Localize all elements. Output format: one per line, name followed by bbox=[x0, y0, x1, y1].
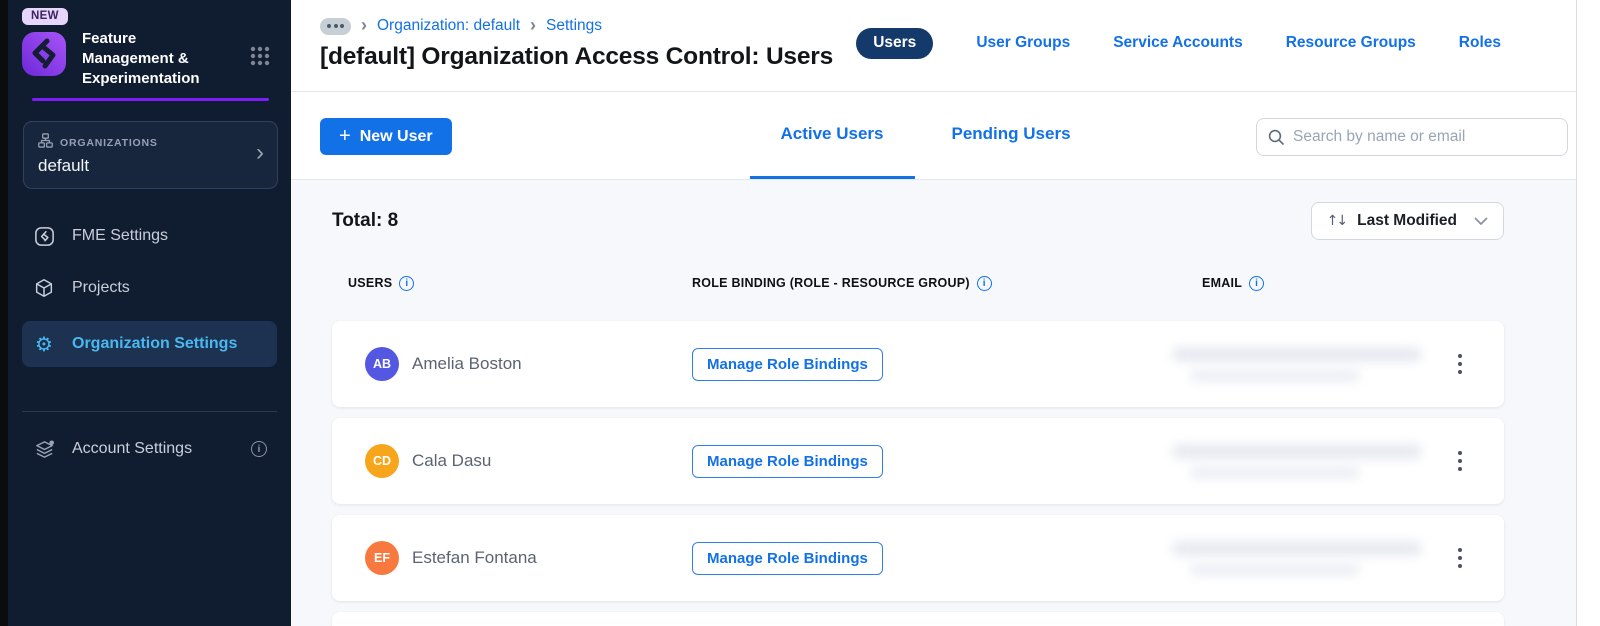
page-header: › Organization: default › Settings [defa… bbox=[291, 0, 1576, 92]
new-user-button[interactable]: + New User bbox=[320, 118, 452, 155]
redacted-email bbox=[1172, 346, 1422, 382]
app-logo-icon bbox=[20, 30, 68, 78]
sort-label: Last Modified bbox=[1357, 212, 1457, 229]
sidebar-item-label: Projects bbox=[72, 279, 130, 296]
main-content: › Organization: default › Settings [defa… bbox=[291, 0, 1577, 626]
redacted-email bbox=[1172, 540, 1422, 576]
organizations-icon bbox=[38, 133, 53, 153]
organization-selector[interactable]: ORGANIZATIONS default › bbox=[23, 121, 278, 189]
manage-role-bindings-button[interactable]: Manage Role Bindings bbox=[692, 444, 883, 478]
layers-icon bbox=[32, 438, 56, 461]
breadcrumb: › Organization: default › Settings bbox=[320, 14, 833, 35]
total-count: Total: 8 bbox=[332, 210, 399, 231]
search-icon bbox=[1267, 128, 1285, 146]
user-rows: AB Amelia Boston Manage Role Bindings CD… bbox=[332, 321, 1504, 601]
table-row: AB Amelia Boston Manage Role Bindings bbox=[332, 321, 1504, 407]
tab-label: Pending Users bbox=[951, 124, 1071, 143]
kebab-menu-icon[interactable] bbox=[1452, 348, 1469, 381]
sidebar-divider bbox=[22, 411, 277, 412]
info-icon[interactable]: i bbox=[251, 441, 267, 457]
organizations-label: ORGANIZATIONS bbox=[60, 137, 158, 149]
sidebar-item-label: Organization Settings bbox=[72, 335, 238, 352]
sidebar-item-projects[interactable]: Projects bbox=[22, 269, 277, 307]
search-box[interactable] bbox=[1256, 118, 1568, 156]
organization-value: default bbox=[38, 156, 90, 175]
table-row: CD Cala Dasu Manage Role Bindings bbox=[332, 418, 1504, 504]
sidebar-item-label: Account Settings bbox=[72, 440, 193, 457]
sidebar-item-account-settings[interactable]: Account Settings i bbox=[22, 430, 277, 468]
tab-users[interactable]: Users bbox=[856, 27, 934, 59]
sort-arrows-icon: ↑↓ bbox=[1326, 213, 1349, 229]
breadcrumb-link-organization[interactable]: Organization: default bbox=[377, 17, 520, 35]
gear-icon: ⚙ bbox=[35, 332, 53, 356]
tab-active-users[interactable]: Active Users bbox=[749, 92, 915, 179]
breadcrumb-link-settings[interactable]: Settings bbox=[546, 17, 602, 35]
table-row: EF Estefan Fontana Manage Role Bindings bbox=[332, 515, 1504, 601]
breadcrumb-separator-icon: › bbox=[530, 14, 537, 35]
column-users: USERS bbox=[348, 276, 393, 290]
sort-dropdown[interactable]: ↑↓ Last Modified bbox=[1310, 202, 1504, 240]
access-control-tabs: Users User Groups Service Accounts Resou… bbox=[856, 27, 1501, 59]
sidebar-header: NEW Feature Management & Experimentation bbox=[8, 0, 291, 101]
toolbar: + New User Active Users Pending Users bbox=[291, 92, 1576, 180]
plus-icon: + bbox=[339, 124, 351, 147]
projects-cube-icon bbox=[32, 277, 56, 299]
avatar-initials: AB bbox=[372, 357, 392, 371]
redacted-email bbox=[1172, 443, 1422, 479]
info-icon[interactable]: i bbox=[399, 275, 415, 291]
user-state-tabs: Active Users Pending Users bbox=[749, 92, 1101, 179]
manage-role-bindings-button[interactable]: Manage Role Bindings bbox=[692, 347, 883, 381]
sidebar-item-fme-settings[interactable]: FME Settings bbox=[22, 217, 277, 255]
page-title: [default] Organization Access Control: U… bbox=[320, 43, 834, 70]
chevron-right-icon: › bbox=[256, 139, 264, 167]
search-input[interactable] bbox=[1293, 128, 1557, 146]
info-icon[interactable]: i bbox=[976, 275, 992, 291]
manage-role-bindings-button[interactable]: Manage Role Bindings bbox=[692, 541, 883, 575]
table-row-partial bbox=[332, 612, 1504, 626]
table-header: USERS i ROLE BINDING (ROLE - RESOURCE GR… bbox=[332, 266, 1504, 300]
app-switcher-grid-icon[interactable] bbox=[249, 45, 271, 72]
sidebar: NEW Feature Management & Experimentation… bbox=[8, 0, 291, 626]
breadcrumb-separator-icon: › bbox=[361, 14, 367, 35]
column-email: EMAIL bbox=[1202, 276, 1243, 290]
avatar: CD bbox=[365, 444, 399, 478]
right-gutter bbox=[1577, 0, 1600, 626]
tab-label: Active Users bbox=[780, 124, 884, 143]
screen-edge-strip bbox=[0, 0, 8, 626]
avatar-initials: EF bbox=[374, 551, 390, 565]
info-icon[interactable]: i bbox=[1249, 275, 1265, 291]
sidebar-nav: FME Settings Projects ⚙ Organization Set… bbox=[8, 217, 291, 367]
avatar: AB bbox=[365, 347, 399, 381]
avatar-initials: CD bbox=[372, 454, 392, 468]
fme-settings-icon bbox=[32, 225, 56, 248]
app-title: Feature Management & Experimentation bbox=[82, 30, 200, 87]
new-user-button-label: New User bbox=[359, 127, 433, 145]
user-name: Cala Dasu bbox=[412, 451, 492, 470]
sidebar-item-organization-settings[interactable]: ⚙ Organization Settings bbox=[22, 321, 277, 367]
kebab-menu-icon[interactable] bbox=[1452, 445, 1469, 478]
user-name: Estefan Fontana bbox=[412, 548, 537, 567]
tab-roles[interactable]: Roles bbox=[1459, 34, 1501, 52]
user-name: Amelia Boston bbox=[412, 354, 522, 373]
kebab-menu-icon[interactable] bbox=[1452, 542, 1469, 575]
chevron-down-icon bbox=[1468, 217, 1488, 226]
brand-accent-line bbox=[32, 98, 269, 101]
breadcrumb-ellipsis-button[interactable] bbox=[320, 17, 351, 35]
new-badge: NEW bbox=[22, 8, 68, 25]
sidebar-item-label: FME Settings bbox=[72, 227, 169, 244]
tab-resource-groups[interactable]: Resource Groups bbox=[1286, 34, 1416, 52]
screen: NEW Feature Management & Experimentation… bbox=[0, 0, 1600, 626]
tab-user-groups[interactable]: User Groups bbox=[976, 34, 1070, 52]
column-role-binding: ROLE BINDING (ROLE - RESOURCE GROUP) bbox=[692, 276, 970, 290]
users-content: Total: 8 ↑↓ Last Modified USERS i ROLE B… bbox=[291, 180, 1576, 626]
tab-service-accounts[interactable]: Service Accounts bbox=[1113, 34, 1243, 52]
avatar: EF bbox=[365, 541, 399, 575]
tab-pending-users[interactable]: Pending Users bbox=[920, 92, 1101, 179]
